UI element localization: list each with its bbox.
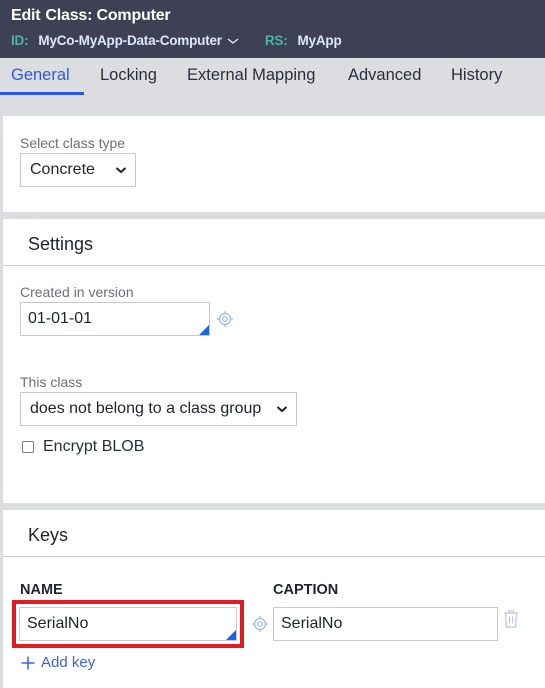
add-key-label: Add key xyxy=(41,654,96,671)
tab-locking[interactable]: Locking xyxy=(100,66,157,85)
key-caption-input[interactable]: SerialNo xyxy=(273,607,498,641)
class-group-value: does not belong to a class group xyxy=(30,400,262,417)
autocomplete-indicator xyxy=(199,325,209,335)
class-type-panel: Select class type Concrete xyxy=(3,116,545,212)
name-column-header: NAME xyxy=(20,582,63,598)
created-in-version-input[interactable]: 01-01-01 xyxy=(20,302,210,336)
title-text: Class: Computer xyxy=(45,7,171,24)
class-type-value: Concrete xyxy=(30,161,95,178)
tab-external-mapping[interactable]: External Mapping xyxy=(187,66,315,85)
settings-panel: Settings Created in version 01-01-01 Thi… xyxy=(3,219,545,503)
add-key-button[interactable]: Add key xyxy=(21,654,95,671)
target-icon[interactable] xyxy=(251,615,269,633)
key-name-input[interactable]: SerialNo xyxy=(19,607,237,641)
rs-label: RS: xyxy=(264,33,288,48)
tab-bar: General Locking External Mapping Advance… xyxy=(0,58,545,96)
chevron-down-icon[interactable] xyxy=(227,36,239,46)
page-title: Edit Class: Computer xyxy=(11,7,171,25)
class-group-select[interactable]: does not belong to a class group xyxy=(20,392,297,426)
key-caption-value: SerialNo xyxy=(281,615,343,632)
class-type-label: Select class type xyxy=(20,135,126,151)
autocomplete-indicator xyxy=(226,630,236,640)
settings-title: Settings xyxy=(28,234,94,254)
tab-history[interactable]: History xyxy=(451,66,502,85)
target-icon[interactable] xyxy=(216,310,234,328)
keys-title: Keys xyxy=(28,525,69,545)
encrypt-blob-checkbox[interactable]: Encrypt BLOB xyxy=(22,438,144,456)
encrypt-blob-label: Encrypt BLOB xyxy=(43,438,145,455)
caption-column-header: CAPTION xyxy=(273,582,339,598)
trash-icon[interactable] xyxy=(503,609,519,629)
page-header: Edit Class: Computer ID: MyCo-MyApp-Data-… xyxy=(0,0,545,58)
settings-divider xyxy=(3,265,545,266)
active-tab-indicator xyxy=(0,92,84,95)
checkbox-box[interactable] xyxy=(22,441,34,453)
tab-advanced[interactable]: Advanced xyxy=(348,66,421,85)
chevron-down-icon xyxy=(115,167,127,174)
rs-value[interactable]: MyApp xyxy=(298,33,342,48)
plus-icon xyxy=(21,656,35,669)
class-type-select[interactable]: Concrete xyxy=(20,153,136,187)
chevron-down-icon xyxy=(276,406,288,413)
this-class-label: This class xyxy=(20,374,83,390)
key-name-value: SerialNo xyxy=(27,615,89,632)
id-value[interactable]: MyCo-MyApp-Data-Computer xyxy=(38,33,222,48)
created-in-version-label: Created in version xyxy=(20,284,134,300)
header-meta: ID: MyCo-MyApp-Data-Computer RS: MyApp xyxy=(11,33,342,48)
tab-general[interactable]: General xyxy=(11,66,70,85)
created-in-version-value: 01-01-01 xyxy=(28,310,93,327)
title-prefix: Edit xyxy=(11,7,41,24)
keys-panel: Keys NAME CAPTION SerialNo SerialNo Add … xyxy=(3,510,545,688)
keys-divider xyxy=(3,556,545,557)
id-label: ID: xyxy=(11,33,29,48)
